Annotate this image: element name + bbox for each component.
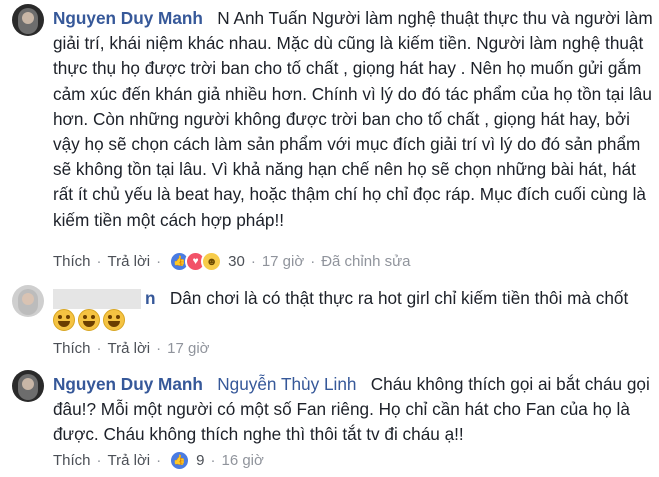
edited-label[interactable]: Đã chỉnh sửa — [321, 253, 410, 270]
laughing-emoji-icon — [53, 309, 75, 331]
redacted-author-name — [53, 289, 141, 310]
separator-dot: · — [156, 452, 162, 469]
avatar[interactable] — [12, 285, 44, 317]
author-name[interactable]: Nguyen Duy Manh — [53, 8, 203, 28]
author-name-partial[interactable]: n — [145, 288, 156, 308]
separator-dot: · — [250, 253, 256, 270]
like-link[interactable]: Thích — [53, 452, 91, 469]
avatar[interactable] — [12, 4, 44, 36]
separator-dot: · — [96, 253, 102, 270]
comment-body: n Dân chơi là có thật thực ra hot girl c… — [53, 286, 653, 311]
separator-dot: · — [156, 340, 162, 357]
reaction-summary[interactable]: 👍 — [169, 450, 191, 471]
timestamp[interactable]: 17 giờ — [167, 340, 209, 357]
separator-dot: · — [156, 253, 162, 270]
haha-icon: ☻ — [201, 251, 223, 272]
reply-link[interactable]: Trả lời — [108, 452, 151, 469]
reaction-count[interactable]: 9 — [196, 452, 204, 469]
mention-link[interactable]: Nguyễn Thùy Linh — [217, 374, 356, 394]
reply-link[interactable]: Trả lời — [108, 340, 151, 357]
timestamp[interactable]: 16 giờ — [221, 452, 263, 469]
comment-body: Nguyen Duy Manh Nguyễn Thùy Linh Cháu kh… — [53, 372, 653, 448]
comment-actions: Thích · Trả lời · 👍 ♥ ☻ 30 · 17 giờ · Đã… — [53, 251, 410, 272]
like-link[interactable]: Thích — [53, 340, 91, 357]
avatar[interactable] — [12, 370, 44, 402]
separator-dot: · — [210, 452, 216, 469]
comment-body: Nguyen Duy Manh N Anh Tuấn Người làm ngh… — [53, 6, 653, 233]
emoji-row — [53, 309, 128, 331]
comment-text: Dân chơi là có thật thực ra hot girl chỉ… — [169, 288, 629, 308]
timestamp[interactable]: 17 giờ — [262, 253, 304, 270]
laughing-emoji-icon — [78, 309, 100, 331]
reply-link[interactable]: Trả lời — [108, 253, 151, 270]
separator-dot: · — [96, 340, 102, 357]
separator-dot: · — [310, 253, 316, 270]
separator-dot: · — [96, 452, 102, 469]
laughing-emoji-icon — [103, 309, 125, 331]
comment-actions: Thích · Trả lời · 17 giờ — [53, 340, 210, 357]
author-name[interactable]: Nguyen Duy Manh — [53, 374, 203, 394]
like-icon: 👍 — [169, 450, 191, 471]
reaction-summary[interactable]: 👍 ♥ ☻ — [169, 251, 223, 272]
comment-text: N Anh Tuấn Người làm nghệ thuật thực thu… — [53, 8, 653, 230]
reaction-count[interactable]: 30 — [228, 253, 245, 270]
like-link[interactable]: Thích — [53, 253, 91, 270]
comment-actions: Thích · Trả lời · 👍 9 · 16 giờ — [53, 450, 264, 471]
